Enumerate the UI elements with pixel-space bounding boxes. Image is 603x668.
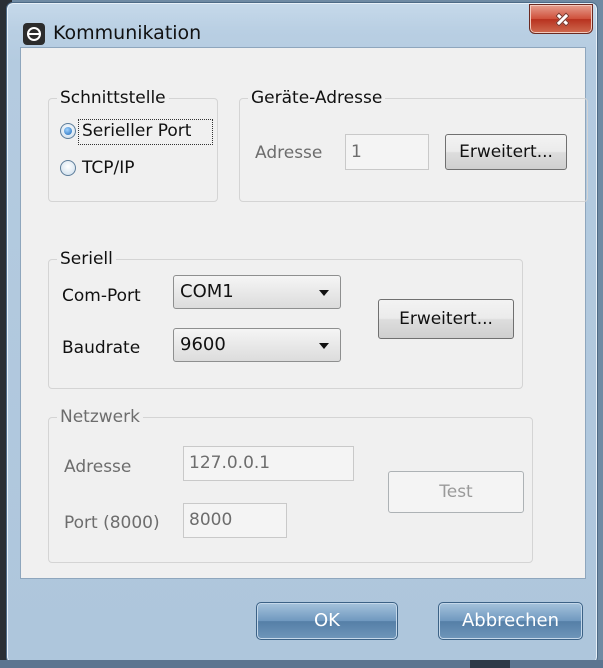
serial-advanced-button[interactable]: Erweitert... bbox=[378, 299, 514, 339]
device-address-input[interactable]: 1 bbox=[345, 134, 429, 170]
network-address-label: Adresse bbox=[64, 457, 132, 477]
ok-button[interactable]: OK bbox=[256, 602, 398, 640]
chevron-down-icon bbox=[319, 290, 329, 296]
chevron-down-icon bbox=[319, 343, 329, 349]
network-test-button[interactable]: Test bbox=[388, 471, 524, 513]
interface-group: Schnittstelle bbox=[48, 86, 218, 202]
network-port-input[interactable]: 8000 bbox=[183, 503, 287, 538]
cancel-button[interactable]: Abbrechen bbox=[438, 602, 583, 640]
radio-tcp-ip-label[interactable]: TCP/IP bbox=[82, 158, 135, 178]
taskbar-strip bbox=[0, 660, 603, 668]
baudrate-value: 9600 bbox=[180, 334, 226, 355]
interface-group-legend: Schnittstelle bbox=[57, 86, 169, 110]
dialog-footer: OK Abbrechen bbox=[20, 578, 584, 658]
dialog-window: Kommunikation Schnittstelle Serieller Po… bbox=[6, 2, 598, 664]
device-address-group-legend: Geräte-Adresse bbox=[248, 86, 386, 110]
app-icon bbox=[23, 23, 45, 45]
com-port-label: Com-Port bbox=[62, 286, 141, 306]
device-advanced-button[interactable]: Erweitert... bbox=[445, 134, 567, 170]
com-port-value: COM1 bbox=[180, 281, 234, 302]
baudrate-select[interactable]: 9600 bbox=[173, 328, 341, 362]
radio-serial-port-label[interactable]: Serieller Port bbox=[82, 121, 191, 141]
device-address-label: Adresse bbox=[255, 143, 323, 163]
network-group-legend: Netzwerk bbox=[57, 405, 143, 429]
baudrate-label: Baudrate bbox=[62, 338, 141, 358]
title-bar[interactable]: Kommunikation bbox=[7, 3, 597, 45]
radio-serial-port[interactable] bbox=[60, 123, 76, 139]
dialog-content: Schnittstelle Serieller Port TCP/IP Gerä… bbox=[20, 47, 588, 579]
close-button[interactable] bbox=[529, 4, 593, 34]
network-port-label: Port (8000) bbox=[64, 513, 160, 533]
serial-group-legend: Seriell bbox=[57, 247, 116, 271]
com-port-select[interactable]: COM1 bbox=[173, 275, 341, 309]
radio-tcp-ip[interactable] bbox=[60, 160, 76, 176]
network-address-input[interactable]: 127.0.0.1 bbox=[183, 446, 354, 481]
window-title: Kommunikation bbox=[53, 22, 202, 44]
